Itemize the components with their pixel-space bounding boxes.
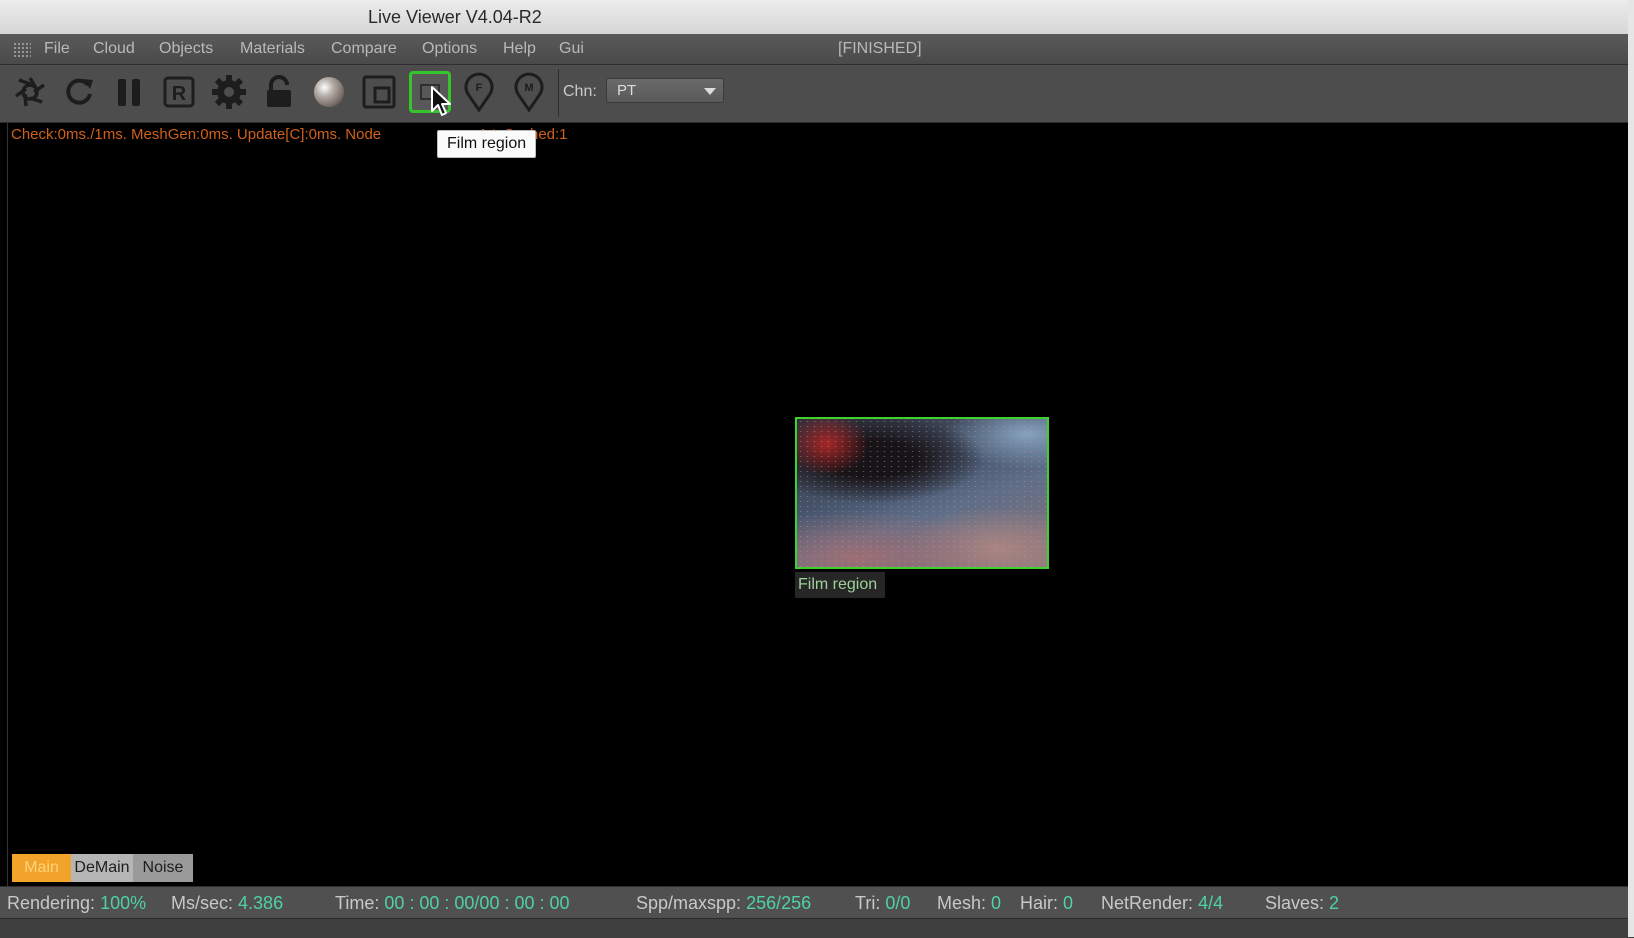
settings-button[interactable] bbox=[208, 71, 250, 113]
status-netrender: NetRender: 4/4 bbox=[1101, 893, 1224, 913]
menu-help[interactable]: Help bbox=[503, 40, 536, 58]
menu-cloud[interactable]: Cloud bbox=[93, 40, 135, 58]
pause-icon bbox=[118, 79, 140, 106]
region-button[interactable] bbox=[358, 71, 400, 113]
sphere-icon bbox=[314, 77, 344, 107]
restart-button[interactable] bbox=[58, 71, 100, 113]
channel-label: Chn: bbox=[563, 83, 597, 100]
footer-bar bbox=[0, 918, 1628, 938]
window-title: Live Viewer V4.04-R2 bbox=[368, 7, 542, 27]
svg-text:R: R bbox=[172, 83, 187, 105]
focus-picker-button[interactable]: F bbox=[458, 71, 500, 113]
tooltip: Film region bbox=[437, 130, 537, 158]
status-hair: Hair: 0 bbox=[1020, 893, 1074, 913]
menu-bar: File Cloud Objects Materials Compare Opt… bbox=[0, 34, 1628, 65]
gear-icon bbox=[212, 75, 246, 109]
tab-main[interactable]: Main bbox=[12, 854, 71, 882]
status-tri: Tri: 0/0 bbox=[855, 893, 911, 913]
menu-file[interactable]: File bbox=[44, 40, 70, 58]
status-mesh: Mesh: 0 bbox=[937, 893, 1002, 913]
material-picker-button[interactable]: M bbox=[508, 71, 550, 113]
channel-value: PT bbox=[617, 82, 637, 99]
lock-button[interactable] bbox=[258, 71, 300, 113]
aperture-icon bbox=[14, 77, 46, 107]
lock-icon bbox=[267, 75, 291, 107]
tab-demain[interactable]: DeMain bbox=[71, 854, 133, 882]
focus-pin-icon: F bbox=[464, 72, 494, 112]
toolbar: R F M Chn: PT bbox=[0, 65, 1628, 123]
status-bar: Rendering: 100% Ms/sec: 4.386 Time: 00 :… bbox=[0, 886, 1628, 919]
toolbar-separator bbox=[558, 69, 559, 117]
status-rendering: Rendering: 100% bbox=[7, 893, 147, 913]
r-letter-icon: R bbox=[163, 76, 195, 108]
menu-compare[interactable]: Compare bbox=[331, 40, 397, 58]
film-region-frame[interactable] bbox=[795, 417, 1049, 569]
refresh-icon bbox=[66, 78, 93, 105]
menu-materials[interactable]: Materials bbox=[240, 40, 305, 58]
menu-objects[interactable]: Objects bbox=[159, 40, 213, 58]
status-spp: Spp/maxspp: 256/256 bbox=[636, 893, 812, 913]
grip-icon bbox=[13, 42, 31, 57]
status-slaves: Slaves: 2 bbox=[1265, 893, 1340, 913]
title-bar: Live Viewer V4.04-R2 bbox=[0, 0, 1634, 35]
chevron-down-icon bbox=[704, 88, 716, 95]
material-preview-button[interactable] bbox=[308, 71, 350, 113]
menu-gui[interactable]: Gui bbox=[559, 40, 584, 58]
film-region-label: Film region bbox=[795, 572, 886, 598]
window-edge bbox=[1628, 0, 1634, 937]
status-ms-sec: Ms/sec: 4.386 bbox=[171, 893, 284, 913]
aperture-button[interactable] bbox=[9, 71, 51, 113]
region-render-button[interactable]: R bbox=[158, 71, 200, 113]
svg-text:M: M bbox=[524, 82, 533, 94]
mouse-cursor-icon bbox=[431, 86, 451, 116]
menu-options[interactable]: Options bbox=[422, 40, 477, 58]
live-viewer-window: Live Viewer V4.04-R2 File Cloud Objects … bbox=[0, 0, 1634, 938]
channel-select[interactable]: PT bbox=[606, 78, 724, 103]
status-time: Time: 00 : 00 : 00/00 : 00 : 00 bbox=[335, 893, 570, 913]
render-status-text: [FINISHED] bbox=[838, 40, 922, 57]
region-icon bbox=[362, 75, 396, 109]
render-noise bbox=[797, 419, 1047, 567]
render-stats-left: Check:0ms./1ms. MeshGen:0ms. Update[C]:0… bbox=[11, 126, 382, 143]
pause-button[interactable] bbox=[108, 71, 150, 113]
svg-text:F: F bbox=[476, 82, 483, 94]
material-pin-icon: M bbox=[514, 72, 544, 112]
tab-noise[interactable]: Noise bbox=[133, 854, 193, 882]
